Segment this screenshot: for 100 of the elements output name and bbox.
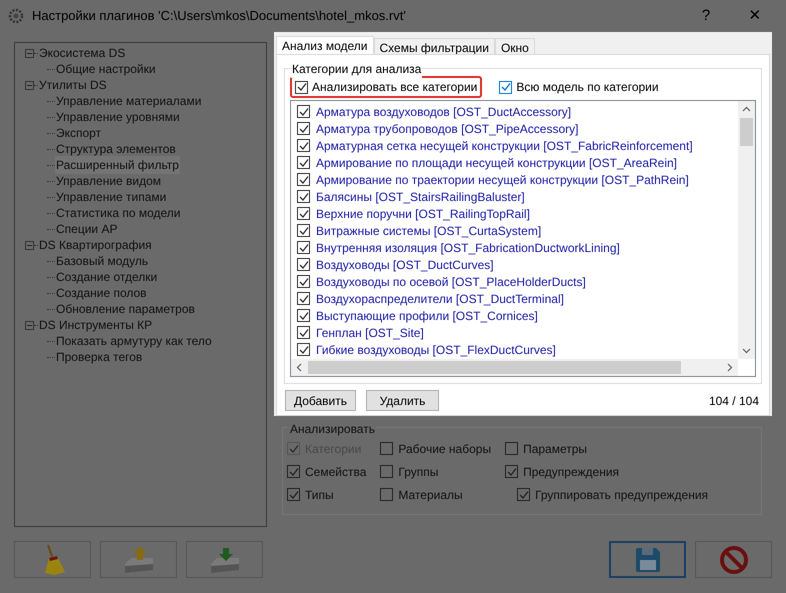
checkmark-icon bbox=[296, 82, 306, 92]
checkbox[interactable] bbox=[297, 173, 310, 186]
tree-item[interactable]: Управление видом bbox=[55, 172, 162, 190]
checkbox[interactable] bbox=[297, 207, 310, 220]
tree-item[interactable]: DS Инструменты КР bbox=[38, 316, 154, 334]
checkbox[interactable] bbox=[297, 122, 310, 135]
tree-item[interactable]: Специи АР bbox=[55, 220, 118, 238]
list-action-button[interactable]: Добавить bbox=[285, 390, 356, 411]
scrollbar-thumb[interactable] bbox=[308, 361, 681, 374]
checkbox-option[interactable]: Группировать предупреждения bbox=[517, 486, 708, 503]
checkbox[interactable] bbox=[297, 139, 310, 152]
checkbox-option[interactable]: Материалы bbox=[380, 486, 492, 503]
checkbox-option[interactable]: Анализировать все категории bbox=[290, 76, 482, 98]
checkbox[interactable] bbox=[297, 258, 310, 271]
tree-item[interactable]: Статистика по модели bbox=[55, 204, 182, 222]
category-label[interactable]: Гибкие воздуховоды [OST_FlexDuctCurves] bbox=[316, 340, 556, 358]
checkbox-option[interactable]: Предупреждения bbox=[505, 463, 708, 480]
tree-item[interactable]: Показать армутуру как тело bbox=[55, 332, 213, 350]
broom-button[interactable] bbox=[14, 541, 91, 578]
collapse-icon[interactable] bbox=[25, 320, 34, 330]
tree-item[interactable]: Обновление параметров bbox=[55, 300, 196, 318]
save-button[interactable] bbox=[609, 541, 686, 578]
window-title: Настройки плагинов 'C:\Users\mkos\Documents\hotel_mkos.rvt' bbox=[32, 7, 406, 26]
import-button[interactable] bbox=[186, 541, 263, 578]
category-label[interactable]: Витражные системы [OST_CurtaSystem] bbox=[316, 222, 542, 240]
tree-item[interactable]: Утилиты DS bbox=[38, 76, 108, 94]
tree-item[interactable]: Управление уровнями bbox=[55, 108, 181, 126]
tree-item[interactable]: Управление материалами bbox=[55, 92, 202, 110]
checkmark-icon bbox=[288, 444, 298, 454]
checkbox[interactable] bbox=[380, 442, 394, 455]
category-label[interactable]: Балясины [OST_StairsRailingBaluster] bbox=[316, 188, 525, 206]
category-label[interactable]: Армирование по площади несущей конструкции [OST_AreaRein] bbox=[316, 154, 678, 172]
category-label[interactable]: Армирование по траектории несущей конструкции [OST_PathRein] bbox=[316, 170, 689, 188]
checkbox-option[interactable]: Параметры bbox=[505, 440, 708, 457]
checkbox[interactable] bbox=[297, 343, 310, 356]
tree-item[interactable]: Создание полов bbox=[55, 284, 148, 302]
category-label[interactable]: Воздуховоды [OST_DuctCurves] bbox=[316, 256, 494, 274]
checkbox[interactable] bbox=[297, 156, 310, 169]
checkbox-option[interactable]: Типы bbox=[287, 486, 366, 503]
category-label[interactable]: Верхние поручни [OST_RailingTopRail] bbox=[316, 204, 530, 222]
cancel-button[interactable] bbox=[695, 541, 772, 578]
tree-item[interactable]: Экосистема DS bbox=[38, 44, 126, 62]
category-label[interactable]: Арматура трубопроводов [OST_PipeAccessory] bbox=[316, 120, 578, 138]
tree-item[interactable]: Проверка тегов bbox=[55, 348, 144, 366]
tree-item[interactable]: Создание отделки bbox=[55, 268, 158, 286]
checkmark-icon bbox=[500, 82, 511, 92]
collapse-icon[interactable] bbox=[25, 80, 34, 90]
category-label[interactable]: Воздуховоды по осевой [OST_PlaceHolderDucts] bbox=[316, 272, 586, 290]
tab[interactable]: Анализ модели bbox=[276, 36, 374, 54]
checkbox[interactable] bbox=[287, 488, 300, 501]
checkbox-option[interactable]: Всю модель по категории bbox=[494, 76, 664, 98]
checkbox[interactable] bbox=[297, 275, 310, 288]
checkbox[interactable] bbox=[505, 465, 518, 478]
checkbox[interactable] bbox=[297, 292, 310, 305]
close-button[interactable]: ✕ bbox=[732, 4, 778, 28]
checkbox-option[interactable]: Семейства bbox=[287, 463, 366, 480]
vertical-scrollbar[interactable] bbox=[738, 101, 755, 359]
checkbox[interactable] bbox=[297, 309, 310, 322]
checkbox[interactable] bbox=[287, 465, 300, 478]
checkbox[interactable] bbox=[297, 224, 310, 237]
horizontal-scrollbar[interactable] bbox=[291, 359, 738, 376]
checkbox-option[interactable]: Группы bbox=[380, 463, 492, 480]
checkbox[interactable] bbox=[380, 488, 394, 501]
checkbox[interactable] bbox=[517, 488, 530, 501]
tree-item[interactable]: Расширенный фильтр bbox=[55, 156, 180, 174]
tree-item[interactable]: Общие настройки bbox=[55, 60, 157, 78]
category-label[interactable]: Внутренняя изоляция [OST_FabricationDuctworkLining] bbox=[316, 238, 620, 256]
category-label[interactable]: Воздухораспределители [OST_DuctTerminal] bbox=[316, 290, 564, 308]
tree-item[interactable]: Управление типами bbox=[55, 188, 168, 206]
checkbox[interactable] bbox=[297, 190, 310, 203]
tree-item[interactable]: Структура элементов bbox=[55, 140, 177, 158]
category-label[interactable]: Арматура воздуховодов [OST_DuctAccessory] bbox=[316, 102, 572, 120]
collapse-icon[interactable] bbox=[25, 48, 34, 58]
drive-upload-icon bbox=[122, 546, 154, 574]
checkbox[interactable] bbox=[297, 326, 310, 339]
checkbox-option[interactable]: Рабочие наборы bbox=[380, 440, 492, 457]
checkbox[interactable] bbox=[295, 80, 308, 94]
category-count: 104 / 104 bbox=[708, 392, 760, 410]
checkbox[interactable] bbox=[505, 442, 518, 455]
checkbox[interactable] bbox=[499, 80, 512, 94]
checkmark-icon bbox=[288, 490, 298, 500]
tab[interactable]: Окно bbox=[494, 38, 535, 54]
drive-download-icon bbox=[208, 546, 240, 574]
export-button[interactable] bbox=[100, 541, 177, 578]
category-label[interactable]: Выступающие профили [OST_Cornices] bbox=[316, 306, 538, 324]
collapse-icon[interactable] bbox=[25, 240, 34, 250]
tab[interactable]: Схемы фильтрации bbox=[374, 38, 495, 54]
tree-item[interactable]: DS Квартирография bbox=[38, 236, 153, 254]
tree-item[interactable]: Экспорт bbox=[55, 124, 102, 142]
scrollbar-thumb[interactable] bbox=[740, 118, 753, 146]
prohibited-icon bbox=[720, 546, 748, 574]
checkbox[interactable] bbox=[380, 465, 394, 478]
checkbox[interactable] bbox=[297, 105, 310, 118]
category-label[interactable]: Арматурная сетка несущей конструкции [OST_FabricReinforcement] bbox=[316, 136, 693, 154]
tree-item[interactable]: Базовый модуль bbox=[55, 252, 150, 270]
checkmark-icon bbox=[506, 466, 517, 476]
help-button[interactable]: ? bbox=[688, 4, 724, 28]
category-label[interactable]: Генплан [OST_Site] bbox=[316, 324, 424, 342]
checkbox[interactable] bbox=[297, 241, 310, 254]
list-action-button[interactable]: Удалить bbox=[366, 390, 439, 411]
